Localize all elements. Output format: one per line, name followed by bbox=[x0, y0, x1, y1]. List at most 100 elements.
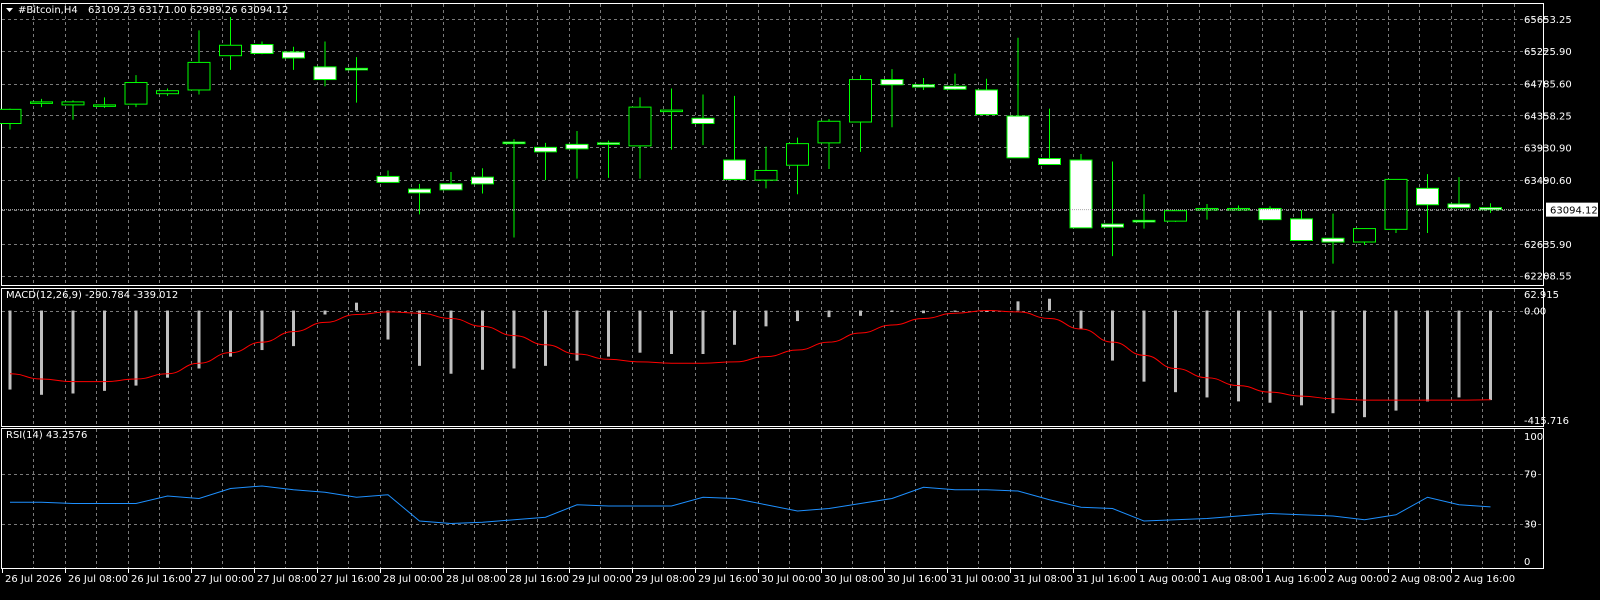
candle-body-bearish[interactable] bbox=[313, 66, 337, 81]
time-tick-label: 28 Jul 08:00 bbox=[446, 574, 506, 585]
time-tick-label: 2 Aug 00:00 bbox=[1328, 574, 1389, 585]
macd-tick-label: 0.00 bbox=[1524, 307, 1546, 318]
candle-body-bullish[interactable] bbox=[219, 44, 242, 57]
candle-body-bullish[interactable] bbox=[1164, 210, 1187, 222]
candle-body-bearish[interactable] bbox=[250, 44, 274, 54]
candle-body-bearish[interactable] bbox=[1069, 159, 1093, 229]
candle-body-bearish[interactable] bbox=[471, 176, 494, 185]
time-tick-label: 2 Aug 16:00 bbox=[1454, 574, 1515, 585]
candle-body-bullish[interactable] bbox=[817, 120, 841, 144]
candle-body-bearish[interactable] bbox=[1416, 187, 1439, 206]
macd-axis: 62.915 0.00 -415.716 bbox=[1524, 290, 1569, 427]
candle-body-bullish[interactable] bbox=[93, 104, 116, 107]
macd-bar bbox=[764, 310, 768, 327]
candle-body-bullish[interactable] bbox=[0, 108, 22, 125]
candle-body-bullish[interactable] bbox=[849, 79, 872, 123]
macd-signal-line bbox=[9, 310, 1491, 401]
macd-bar bbox=[1205, 310, 1209, 398]
price-tick-label: 63490.60 bbox=[1524, 176, 1572, 187]
candle-body-bullish[interactable] bbox=[628, 106, 652, 147]
macd-bar bbox=[953, 310, 957, 312]
macd-bar bbox=[575, 310, 579, 361]
candle-body-bearish[interactable] bbox=[282, 51, 305, 59]
time-tick-label: 28 Jul 00:00 bbox=[383, 574, 443, 585]
candle-body-bearish[interactable] bbox=[345, 67, 368, 71]
macd-bar bbox=[1300, 310, 1303, 406]
macd-bar bbox=[1142, 310, 1146, 382]
candle-body-bearish[interactable] bbox=[975, 89, 998, 116]
time-tick-label: 26 Jul 16:00 bbox=[131, 574, 191, 585]
candle-body-bearish[interactable] bbox=[408, 188, 431, 194]
triangle-down-icon[interactable] bbox=[6, 8, 13, 12]
candle-body-bearish[interactable] bbox=[1038, 158, 1061, 165]
chart-canvas[interactable]: 65653.25 65225.90 64785.60 64358.25 63930.90… bbox=[0, 0, 1600, 600]
rsi-panel-frame bbox=[1, 428, 1544, 569]
candle-body-bullish[interactable] bbox=[124, 82, 148, 105]
candle-body-bearish[interactable] bbox=[1132, 219, 1156, 223]
price-panel[interactable]: 65653.25 65225.90 64785.60 64358.25 63930.90… bbox=[0, 3, 1598, 286]
candle-body-bearish[interactable] bbox=[534, 146, 557, 153]
rsi-line bbox=[10, 485, 1491, 525]
candle-body-bullish[interactable] bbox=[786, 143, 809, 166]
candle-body-bearish[interactable] bbox=[376, 175, 400, 183]
price-tick-label: 62635.90 bbox=[1524, 240, 1572, 251]
macd-bar bbox=[481, 310, 484, 370]
candle-body-bullish[interactable] bbox=[30, 101, 53, 104]
price-tick-label: 65653.25 bbox=[1524, 15, 1572, 26]
candle-body-bearish[interactable] bbox=[439, 183, 463, 191]
macd-bar bbox=[386, 310, 390, 340]
time-tick-label: 30 Jul 08:00 bbox=[824, 574, 884, 585]
time-tick-label: 28 Jul 16:00 bbox=[509, 574, 569, 585]
time-tick-label: 1 Aug 00:00 bbox=[1139, 574, 1200, 585]
candle-body-bullish[interactable] bbox=[1353, 228, 1376, 243]
candle-body-bearish[interactable] bbox=[1006, 115, 1030, 159]
candle-body-bullish[interactable] bbox=[660, 109, 683, 113]
price-tick-label: 65225.90 bbox=[1524, 47, 1572, 58]
candle-body-bullish[interactable] bbox=[754, 169, 778, 181]
rsi-panel[interactable]: 100 70 30 0 RSI(14) 43.2576 bbox=[1, 428, 1544, 569]
candle-body-bullish[interactable] bbox=[187, 61, 211, 91]
candle-body-bearish[interactable] bbox=[1290, 218, 1313, 242]
macd-histogram bbox=[8, 298, 1492, 418]
time-tick-label: 27 Jul 00:00 bbox=[194, 574, 254, 585]
candles[interactable] bbox=[0, 16, 1502, 264]
macd-bar bbox=[1268, 310, 1272, 403]
macd-bar bbox=[890, 310, 894, 312]
macd-bar bbox=[260, 310, 264, 351]
macd-bar bbox=[701, 310, 705, 354]
candle-body-bearish[interactable] bbox=[1447, 203, 1471, 209]
candle-body-bearish[interactable] bbox=[502, 141, 526, 145]
rsi-axis: 100 70 30 0 bbox=[1524, 432, 1543, 568]
time-tick-label: 27 Jul 08:00 bbox=[257, 574, 317, 585]
candle-body-bullish[interactable] bbox=[156, 90, 179, 95]
candle-body-bearish[interactable] bbox=[912, 84, 935, 88]
macd-bar bbox=[1174, 310, 1177, 393]
macd-panel-frame bbox=[1, 288, 1544, 427]
candle-body-bearish[interactable] bbox=[1101, 223, 1124, 228]
candle-body-bearish[interactable] bbox=[1321, 237, 1345, 243]
time-tick-label: 29 Jul 00:00 bbox=[572, 574, 632, 585]
rsi-label: RSI(14) 43.2576 bbox=[6, 430, 87, 441]
candle-body-bearish[interactable] bbox=[691, 117, 715, 125]
macd-grid bbox=[2, 289, 1543, 426]
candle-body-bullish[interactable] bbox=[61, 101, 85, 106]
macd-bar bbox=[1394, 310, 1398, 411]
macd-bar bbox=[1048, 298, 1051, 311]
macd-bar bbox=[922, 310, 925, 314]
candle-body-bearish[interactable] bbox=[565, 143, 589, 150]
macd-bar bbox=[197, 310, 201, 369]
macd-bar bbox=[512, 310, 516, 369]
time-tick-label: 26 Jul 08:00 bbox=[68, 574, 128, 585]
macd-bar bbox=[292, 310, 295, 347]
candle-body-bearish[interactable] bbox=[880, 79, 904, 86]
rsi-tick-label: 30 bbox=[1524, 520, 1537, 531]
candle-body-bearish[interactable] bbox=[723, 159, 746, 180]
macd-bar bbox=[670, 310, 673, 354]
macd-panel[interactable]: 62.915 0.00 -415.716 MACD(12,26,9) -290.78… bbox=[1, 288, 1569, 428]
candle-body-bearish[interactable] bbox=[597, 142, 620, 145]
macd-bar bbox=[229, 310, 232, 357]
price-axis: 65653.25 65225.90 64785.60 64358.25 63930.90… bbox=[1524, 15, 1572, 283]
candle-body-bearish[interactable] bbox=[943, 85, 967, 90]
time-tick-label: 26 Jul 2026 bbox=[5, 574, 62, 585]
candle-body-bullish[interactable] bbox=[1384, 178, 1408, 230]
